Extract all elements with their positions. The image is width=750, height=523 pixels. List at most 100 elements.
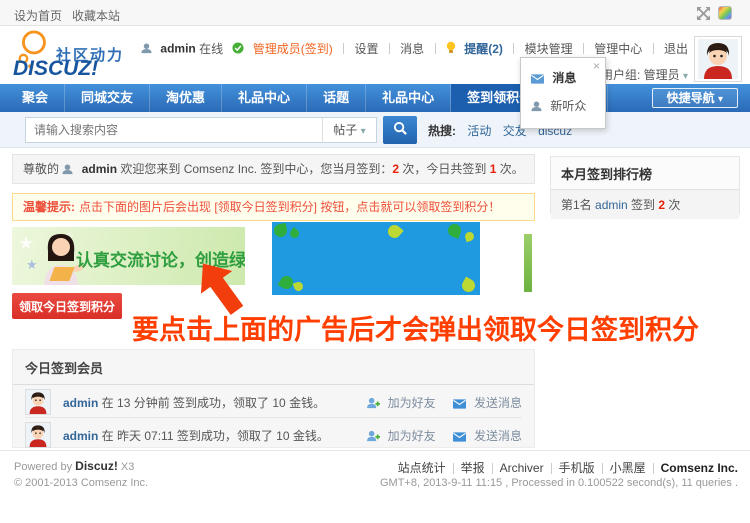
divider	[653, 43, 654, 54]
fullscreen-icon[interactable]	[697, 7, 710, 20]
add-friend-icon	[367, 430, 380, 445]
check-icon	[232, 42, 244, 57]
dropdown-item-new-listener[interactable]: 新听众	[521, 92, 605, 120]
rank-row: 第1名 admin 签到 2 次	[551, 190, 739, 219]
footer-stats: GMT+8, 2013-9-11 11:15 , Processed in 0.…	[380, 477, 738, 489]
divider	[653, 463, 654, 474]
divider	[453, 463, 454, 474]
settings-link[interactable]: 设置	[354, 42, 378, 56]
add-friend-link[interactable]: 加为好友	[388, 396, 436, 410]
divider	[435, 43, 436, 54]
module-admin-link[interactable]: 模块管理	[525, 42, 573, 56]
warning-label: 温馨提示:	[23, 200, 75, 214]
envelope-icon	[531, 73, 544, 87]
add-friend-icon	[367, 397, 380, 412]
nav-item-3[interactable]: 礼品中心	[222, 84, 307, 112]
username-link[interactable]: admin	[160, 42, 195, 56]
logo-text[interactable]: DISCUZ!	[13, 57, 98, 81]
leaf-icon	[446, 222, 463, 239]
signin-amount: 10	[272, 396, 285, 410]
signin-row: admin 在 昨天 07:11 签到成功，领取了 10 金钱。 加为好友 发送…	[25, 418, 522, 451]
leaf-icon	[464, 231, 476, 243]
divider	[513, 43, 514, 54]
search-box: 帖子 ▾	[25, 117, 377, 143]
avatar[interactable]	[25, 422, 51, 448]
logout-link[interactable]: 退出	[664, 42, 688, 56]
add-friend-link[interactable]: 加为好友	[388, 429, 436, 443]
today-signin-section: 今日签到会员 admin 在 13 分钟前 签到成功，领取了 10 金钱。 加为…	[12, 349, 535, 448]
close-icon[interactable]: ×	[593, 60, 600, 72]
chevron-down-icon: ▾	[683, 71, 688, 82]
main-nav: 聚会 同城交友 淘优惠 礼品中心 话题 礼品中心 签到领积分 论坛 快捷导航 ▾	[0, 84, 750, 112]
divider	[602, 463, 603, 474]
bookmark-link[interactable]: 收藏本站	[72, 7, 120, 24]
ad-banner-blue[interactable]	[272, 222, 480, 295]
user-icon	[141, 43, 152, 57]
nav-item-5[interactable]: 礼品中心	[366, 84, 451, 112]
notice-link[interactable]: 提醒(2)	[464, 42, 503, 56]
signin-amount: 10	[276, 429, 289, 443]
usergroup-dropdown[interactable]: 用户组: 管理员	[601, 68, 680, 82]
welcome-username-link[interactable]: admin	[82, 162, 117, 176]
signin-time: 昨天 07:11	[117, 429, 173, 443]
search-input[interactable]	[34, 121, 314, 139]
big-tip-text: 要点击上面的广告后才会弹出领取今日签到积分	[132, 308, 699, 347]
footer-link-0[interactable]: 站点统计	[398, 461, 446, 475]
hot-search-label: 热搜:	[428, 124, 456, 138]
row-username-link[interactable]: admin	[63, 396, 98, 410]
user-icon	[62, 157, 73, 185]
divider	[389, 43, 390, 54]
avatar[interactable]	[25, 389, 51, 415]
leaf-icon	[460, 277, 478, 295]
set-home-link[interactable]: 设为首页	[14, 7, 62, 24]
nav-item-1[interactable]: 同城交友	[65, 84, 150, 112]
user-toolbar: admin 在线 管理成员(签到) 设置 消息 提醒(2) 模块管理 管理中心 …	[141, 40, 688, 57]
nav-item-4[interactable]: 话题	[307, 84, 366, 112]
signin-row: admin 在 13 分钟前 签到成功，领取了 10 金钱。 加为好友 发送消息	[25, 385, 522, 418]
powered-by: Powered by Discuz! X3	[14, 459, 134, 473]
bulb-icon	[446, 41, 456, 57]
divider	[583, 43, 584, 54]
theme-color-icon[interactable]	[718, 6, 732, 20]
avatar[interactable]	[694, 36, 742, 82]
footer-link-4[interactable]: 小黑屋	[610, 461, 646, 475]
nav-item-2[interactable]: 淘优惠	[150, 84, 222, 112]
role-signin-link[interactable]: 管理成员(签到)	[253, 42, 333, 56]
messages-link[interactable]: 消息	[400, 42, 424, 56]
send-message-link[interactable]: 发送消息	[474, 429, 522, 443]
footer-link-2[interactable]: Archiver	[500, 461, 544, 475]
search-button[interactable]	[383, 116, 417, 144]
chevron-down-icon: ▾	[718, 94, 723, 105]
footer-links: 站点统计 举报 Archiver 手机版 小黑屋 Comsenz Inc.	[398, 459, 738, 476]
envelope-icon	[453, 431, 466, 445]
divider	[551, 463, 552, 474]
copyright: © 2001-2013 Comsenz Inc.	[14, 477, 148, 489]
leaf-icon	[273, 223, 288, 238]
envelope-icon	[453, 398, 466, 412]
search-category-select[interactable]: 帖子 ▾	[322, 118, 376, 142]
site-header: 社区动力 DISCUZ! admin 在线 管理成员(签到) 设置 消息 提醒(…	[0, 27, 750, 84]
row-username-link[interactable]: admin	[63, 429, 98, 443]
nav-item-0[interactable]: 聚会	[6, 84, 65, 112]
leaf-icon	[385, 222, 403, 240]
admin-center-link[interactable]: 管理中心	[594, 42, 642, 56]
claim-signin-points-button[interactable]: 领取今日签到积分	[12, 293, 122, 319]
search-icon	[393, 124, 408, 139]
star-icon: ★	[26, 257, 38, 273]
footer-link-1[interactable]: 举报	[461, 461, 485, 475]
chevron-down-icon: ▾	[361, 126, 366, 137]
rank-username-link[interactable]: admin	[595, 198, 628, 212]
leaf-icon	[293, 281, 305, 293]
section-title: 今日签到会员	[13, 350, 534, 385]
quick-nav-button[interactable]: 快捷导航 ▾	[652, 88, 738, 108]
star-icon: ★	[18, 233, 34, 254]
divider	[343, 43, 344, 54]
footer-link-5[interactable]: Comsenz Inc.	[661, 461, 738, 475]
hot-link-0[interactable]: 活动	[467, 124, 491, 138]
online-status: 在线	[199, 42, 223, 56]
footer-link-3[interactable]: 手机版	[559, 461, 595, 475]
page-footer: Powered by Discuz! X3 © 2001-2013 Comsen…	[0, 450, 750, 523]
discuz-brand-link[interactable]: Discuz!	[75, 459, 118, 473]
user-icon	[531, 101, 542, 115]
send-message-link[interactable]: 发送消息	[474, 396, 522, 410]
